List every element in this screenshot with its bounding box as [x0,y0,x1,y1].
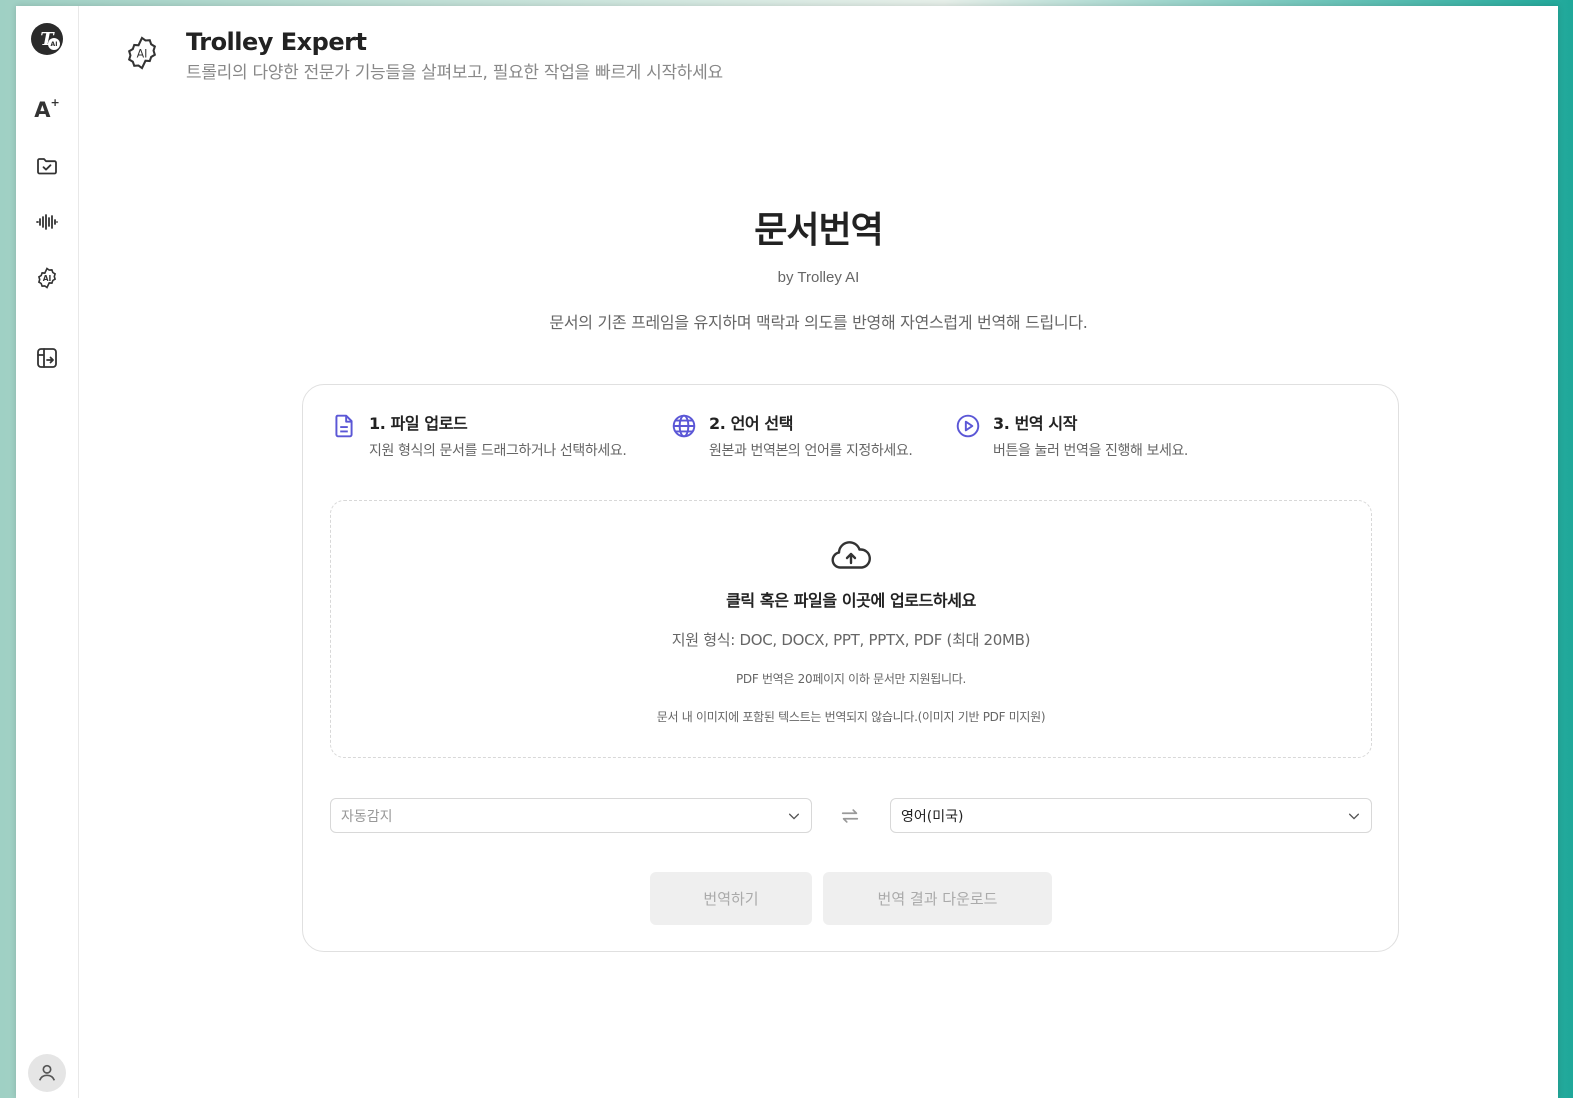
sidebar: T AI A + AI [16,6,79,1098]
file-icon [335,414,353,438]
page-subtitle: 트롤리의 다양한 전문가 기능들을 살펴보고, 필요한 작업을 빠르게 시작하세… [186,63,723,83]
step-language: 2. 언어 선택 원본과 번역본의 언어를 지정하세요. [671,413,955,460]
dropzone-note-pdf: PDF 번역은 20페이지 이하 문서만 지원됩니다. [735,672,967,686]
file-dropzone[interactable]: 클릭 혹은 파일을 이곳에 업로드하세요 지원 형식: DOC, DOCX, P… [330,500,1372,758]
step-title: 1. 파일 업로드 [369,414,468,433]
download-result-button[interactable]: 번역 결과 다운로드 [823,872,1052,925]
step-desc: 버튼을 눌러 번역을 진행해 보세요. [993,443,1188,459]
source-language-select[interactable]: 자동감지 [330,798,812,833]
waveform-icon[interactable] [30,205,64,239]
steps: 1. 파일 업로드 지원 형식의 문서를 드래그하거나 선택하세요. 2. 언어… [331,413,1188,460]
ai-nav-label: A [34,98,51,122]
ai-sparkle-icon[interactable]: A + [30,93,64,127]
chevron-down-icon [788,813,800,820]
cloud-upload-icon [831,541,871,569]
hero: 문서번역 by Trolley AI 문서의 기존 프레임을 유지하며 맥락과 … [79,201,1558,333]
source-language-value: 자동감지 [341,808,393,825]
hero-title: 문서번역 [754,210,883,251]
chevron-down-icon [1348,813,1360,820]
play-circle-icon [956,414,980,438]
hero-byline: by Trolley AI [777,269,860,286]
user-icon [38,1064,56,1081]
svg-text:AI: AI [43,274,52,283]
svg-text:AI: AI [137,47,148,60]
step-upload: 1. 파일 업로드 지원 형식의 문서를 드래그하거나 선택하세요. [331,413,671,460]
ai-badge-icon[interactable]: AI [30,261,64,295]
dropzone-note-image: 문서 내 이미지에 포함된 텍스트는 번역되지 않습니다.(이미지 기반 PDF… [656,710,1046,724]
step-start: 3. 번역 시작 버튼을 눌러 번역을 진행해 보세요. [955,413,1188,460]
dropzone-title: 클릭 혹은 파일을 이곳에 업로드하세요 [726,591,976,610]
layout-arrow-icon[interactable] [30,341,64,375]
app-logo[interactable]: T AI [31,23,63,55]
step-title: 2. 언어 선택 [709,414,794,433]
ai-nav-label-sup: + [50,95,60,109]
logo-ai-badge: AI [48,38,60,50]
page-header: AI Trolley Expert 트롤리의 다양한 전문가 기능들을 살펴보고… [123,28,723,83]
app-window: T AI A + AI AI Trolley Expert 트롤리의 다양한 전… [16,6,1558,1098]
dropzone-formats: 지원 형식: DOC, DOCX, PPT, PPTX, PDF (최대 20M… [671,631,1031,649]
folder-check-icon[interactable] [30,149,64,183]
target-language-select[interactable]: 영어(미국) [890,798,1372,833]
translate-card: 1. 파일 업로드 지원 형식의 문서를 드래그하거나 선택하세요. 2. 언어… [302,384,1399,952]
page-title: Trolley Expert [186,28,367,56]
swap-languages-icon[interactable] [839,805,861,827]
main-content: AI Trolley Expert 트롤리의 다양한 전문가 기능들을 살펴보고… [79,6,1558,1098]
step-title: 3. 번역 시작 [993,414,1078,433]
step-desc: 지원 형식의 문서를 드래그하거나 선택하세요. [369,443,627,459]
expert-ai-icon: AI [127,36,157,70]
step-desc: 원본과 번역본의 언어를 지정하세요. [709,443,913,459]
user-avatar[interactable] [28,1054,66,1092]
globe-icon [672,414,696,438]
hero-description: 문서의 기존 프레임을 유지하며 맥락과 의도를 반영해 자연스럽게 번역해 드… [549,313,1088,332]
target-language-value: 영어(미국) [901,808,964,825]
translate-button[interactable]: 번역하기 [650,872,812,925]
